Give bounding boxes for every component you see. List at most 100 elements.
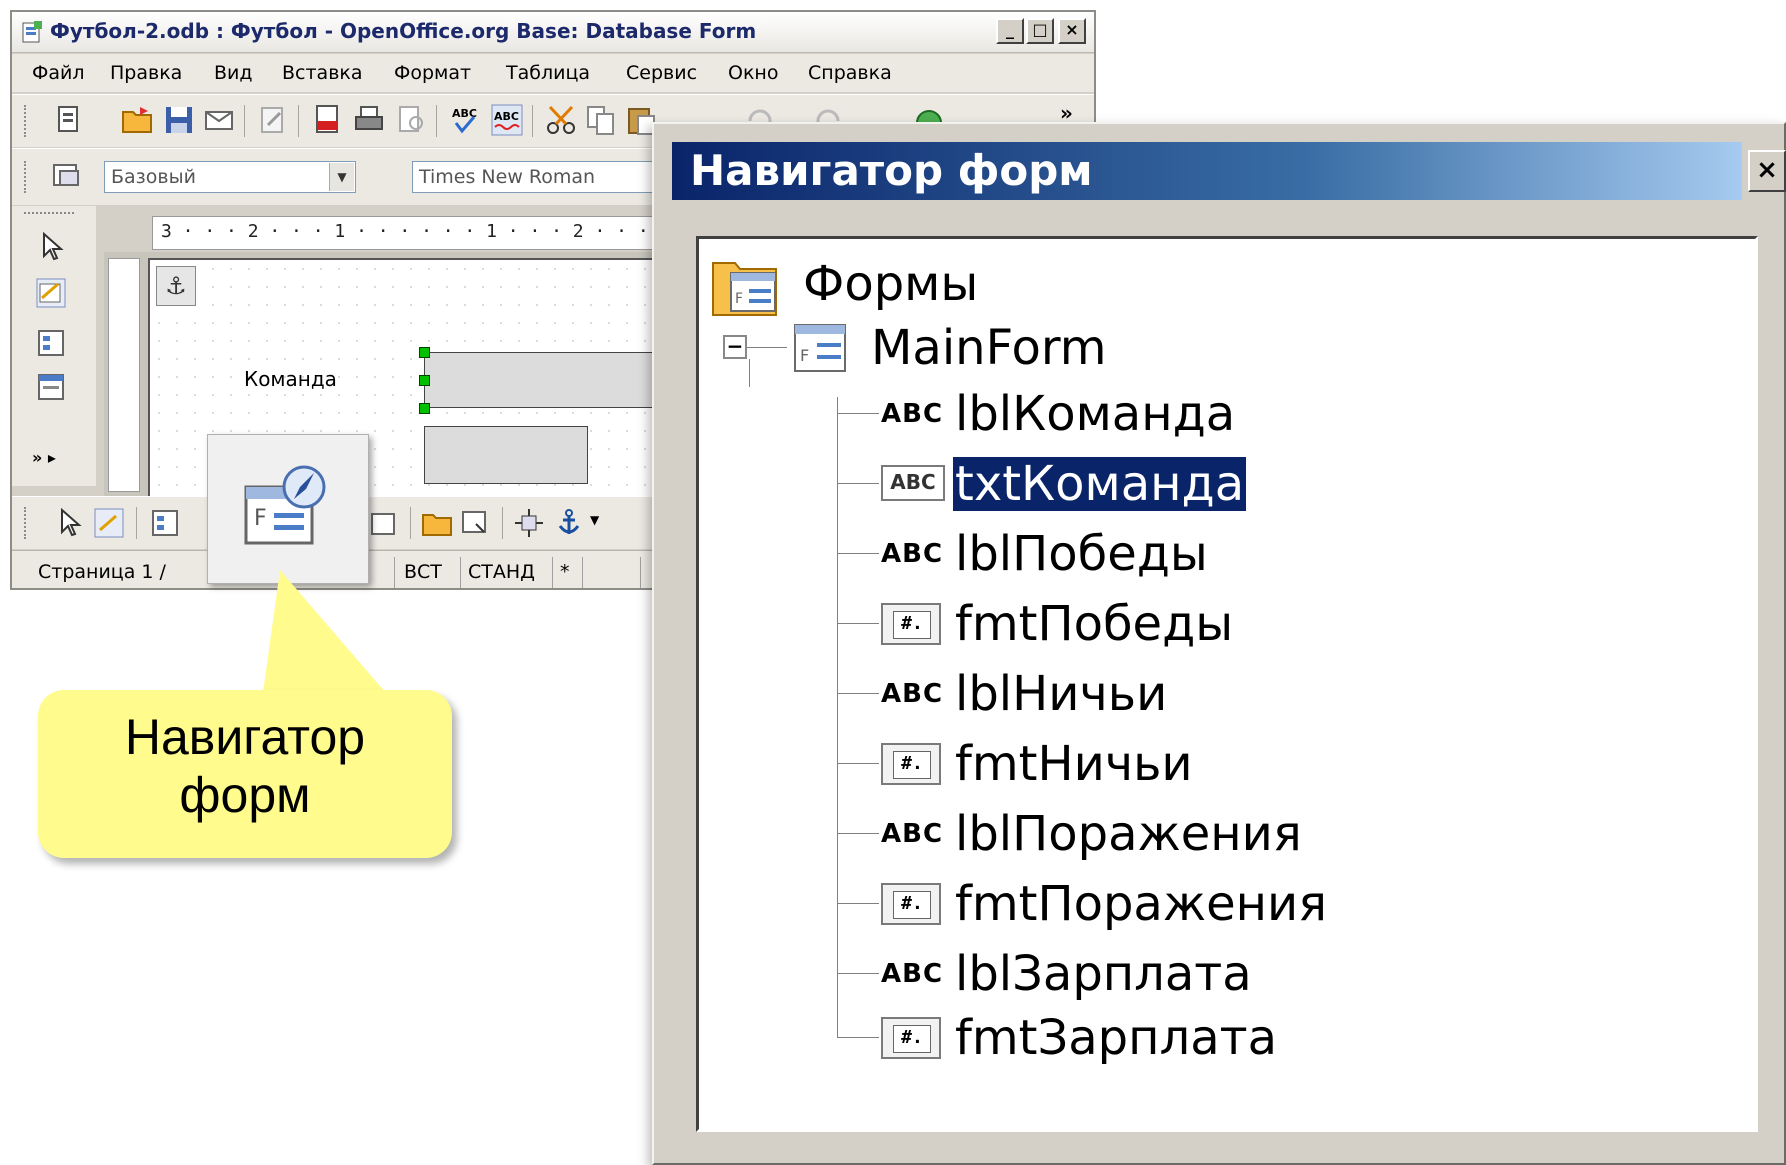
resize-handle[interactable]	[419, 403, 430, 414]
base-app-icon	[22, 21, 42, 43]
maximize-button[interactable]: □	[1026, 18, 1054, 44]
copy-icon[interactable]	[584, 103, 618, 137]
menu-window[interactable]: Окно	[728, 62, 778, 84]
toolbar-separator	[244, 105, 245, 137]
status-insert-mode[interactable]: ВСТ	[404, 561, 442, 583]
tree-connector	[837, 833, 879, 834]
title-bar[interactable]: Футбол-2.odb : Футбол - OpenOffice.org B…	[12, 12, 1094, 53]
control-properties-icon[interactable]	[148, 506, 182, 540]
menu-view[interactable]: Вид	[214, 62, 253, 84]
chevron-down-icon[interactable]: ▼	[329, 163, 354, 191]
form-navigator-button-zoom[interactable]: F	[207, 434, 369, 584]
tree-item-control[interactable]: #. fmtПобеды	[837, 595, 1437, 655]
toolbar-grip[interactable]	[24, 507, 30, 539]
save-icon[interactable]	[162, 103, 196, 137]
toolbar-grip[interactable]	[24, 161, 30, 193]
toolbar-grip[interactable]	[24, 105, 30, 137]
page-preview-icon[interactable]	[394, 103, 428, 137]
tree-item-control[interactable]: #. fmtНичьи	[837, 735, 1437, 795]
status-separator	[640, 557, 641, 588]
collapse-toggle-icon[interactable]: −	[723, 335, 747, 359]
tree-item-label: lblЗарплата	[955, 946, 1252, 1002]
select-pointer-icon[interactable]	[52, 506, 86, 540]
resize-handle[interactable]	[419, 375, 430, 386]
status-separator	[582, 557, 583, 588]
tree-item-label: fmtПобеды	[955, 596, 1234, 652]
close-button[interactable]: ×	[1058, 18, 1086, 44]
tree-item-label: fmtЗарплата	[955, 1010, 1277, 1066]
edit-file-icon[interactable]	[256, 103, 290, 137]
spellcheck-icon[interactable]: ABC	[448, 103, 482, 137]
tree-item-label: lblКоманда	[955, 386, 1236, 442]
form-textbox-second[interactable]	[424, 426, 588, 484]
tree-label-mainform: MainForm	[871, 320, 1107, 376]
anchor-icon[interactable]: ⚓	[156, 266, 196, 306]
resize-handle[interactable]	[419, 347, 430, 358]
status-separator	[394, 557, 395, 588]
cut-icon[interactable]	[544, 103, 578, 137]
chevron-down-icon[interactable]: ▼	[590, 513, 599, 527]
label-icon: ABC	[881, 959, 944, 989]
formatted-field-icon: #.	[881, 743, 941, 785]
autofocus-icon[interactable]	[458, 506, 492, 540]
toolbar-grip[interactable]	[24, 212, 74, 214]
open-folder-icon[interactable]	[120, 103, 154, 137]
tree-connector	[837, 553, 879, 554]
form-tree: F Формы − F MainForm ABC lblКоманда ABC …	[696, 236, 1758, 1132]
minimize-button[interactable]: _	[996, 18, 1024, 44]
design-mode-icon[interactable]	[34, 276, 68, 310]
select-pointer-icon[interactable]	[34, 230, 68, 264]
tree-item-control[interactable]: ABC lblЗарплата	[837, 945, 1437, 1005]
tree-item-control[interactable]: ABC lblНичьи	[837, 665, 1437, 725]
form-navigator-icon: F	[244, 465, 326, 545]
textbox-icon: ABC	[881, 465, 945, 501]
tree-label-forms: Формы	[803, 256, 979, 312]
print-icon[interactable]	[352, 103, 386, 137]
tree-connector	[837, 623, 879, 624]
autospellcheck-icon[interactable]: ABC	[490, 103, 524, 137]
ruler-marks: 3 · · · 2 · · · 1 · · · · · · 1 · · · 2 …	[161, 221, 649, 242]
formatted-field-icon: #.	[881, 603, 941, 645]
new-document-icon[interactable]	[52, 103, 86, 137]
tree-item-control[interactable]: ABC lblКоманда	[837, 385, 1437, 445]
anchor-icon[interactable]	[552, 506, 586, 540]
export-pdf-icon[interactable]	[310, 103, 344, 137]
tree-item-control[interactable]: ABC lblПоражения	[837, 805, 1437, 865]
tree-connector	[837, 413, 879, 414]
status-selection-mode[interactable]: СТАНД	[468, 561, 535, 583]
expand-toolbox-icon[interactable]: » ▸	[32, 448, 56, 467]
form-properties-icon[interactable]	[34, 370, 68, 404]
design-mode-icon[interactable]	[92, 506, 126, 540]
toolbar-separator	[502, 507, 503, 539]
formatted-field-icon: #.	[881, 1017, 941, 1059]
tree-node-mainform[interactable]: − F MainForm	[723, 319, 1323, 379]
form-label-team[interactable]: Команда	[244, 367, 337, 391]
email-icon[interactable]	[202, 103, 236, 137]
menu-format[interactable]: Формат	[394, 62, 471, 84]
control-properties-icon[interactable]	[34, 326, 68, 360]
open-in-design-icon[interactable]	[420, 506, 454, 540]
navigator-title-bar[interactable]: Навигатор форм	[672, 142, 1742, 200]
vertical-ruler	[108, 258, 140, 492]
menu-help[interactable]: Справка	[808, 62, 892, 84]
menu-file[interactable]: Файл	[32, 62, 85, 84]
svg-text:F: F	[254, 506, 267, 531]
menu-edit[interactable]: Правка	[110, 62, 182, 84]
tree-item-control[interactable]: #. fmtПоражения	[837, 875, 1437, 935]
menu-table[interactable]: Таблица	[506, 62, 590, 84]
status-separator	[552, 557, 553, 588]
menu-insert[interactable]: Вставка	[282, 62, 363, 84]
position-size-icon[interactable]	[512, 506, 546, 540]
tree-item-control[interactable]: ABC lblПобеды	[837, 525, 1437, 585]
navigator-close-button[interactable]: ×	[1748, 150, 1786, 192]
font-name-value: Times New Roman	[419, 166, 596, 188]
tree-node-forms[interactable]: F Формы	[709, 255, 1309, 316]
forms-folder-icon: F	[712, 262, 777, 316]
tree-item-label-selected: txtКоманда	[950, 455, 1249, 513]
tree-item-control[interactable]: ABC txtКоманда	[837, 455, 1437, 515]
tab-order-icon[interactable]	[366, 506, 400, 540]
menu-tools[interactable]: Сервис	[626, 62, 697, 84]
paragraph-style-combo[interactable]: Базовый ▼	[104, 161, 356, 193]
tree-item-control[interactable]: #. fmtЗарплата	[837, 1009, 1437, 1069]
styles-icon[interactable]	[50, 159, 84, 193]
